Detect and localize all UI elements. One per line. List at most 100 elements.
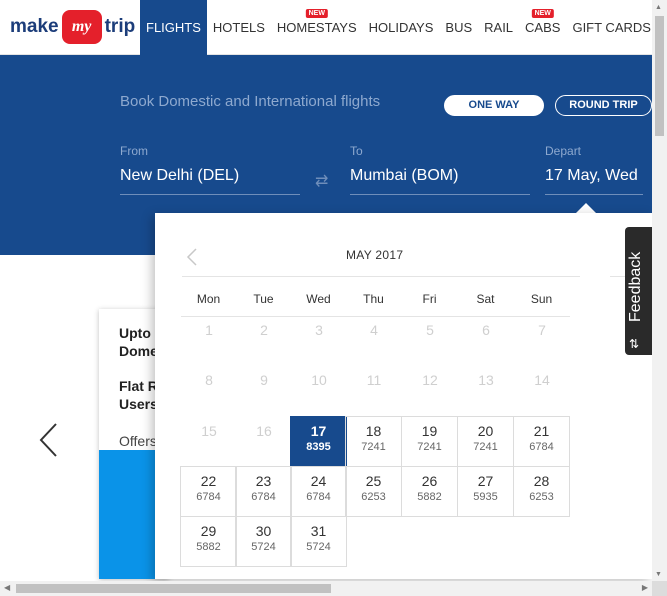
- offer-line-2a: Flat R: [119, 378, 158, 394]
- calendar-day-fare: 5935: [473, 491, 498, 503]
- weekday-tue: Tue: [253, 292, 274, 306]
- calendar-day-number: 6: [482, 322, 490, 338]
- calendar-day-21[interactable]: 21 6784: [513, 416, 570, 467]
- scrollbar-corner: [652, 581, 667, 596]
- offer-text-1: Upto Dome: [119, 324, 158, 360]
- calendar-day-30[interactable]: 30 5724: [235, 516, 292, 567]
- calendar-day-number: 18: [365, 423, 382, 439]
- makemytrip-logo[interactable]: make my trip: [10, 10, 135, 44]
- feedback-tab[interactable]: Feedback ⇅: [625, 227, 652, 355]
- calendar-day-fare: 6784: [251, 491, 276, 503]
- offer-text-2: Flat R Users: [119, 377, 158, 413]
- calendar-day-number: 27: [477, 473, 494, 489]
- calendar-day-22[interactable]: 22 6784: [180, 466, 237, 517]
- scroll-down-icon[interactable]: ▼: [655, 571, 662, 578]
- search-title: Book Domestic and International flights: [120, 93, 381, 110]
- calendar-day-14: 14: [514, 366, 570, 417]
- calendar-day-19[interactable]: 19 7241: [401, 416, 458, 467]
- scroll-left-icon[interactable]: ◀: [4, 583, 10, 592]
- vertical-scrollbar[interactable]: ▲ ▼: [652, 0, 667, 581]
- prev-month-icon[interactable]: [186, 247, 198, 267]
- calendar-month-title: MAY 2017: [346, 248, 404, 262]
- nav-item-label: RAIL: [484, 20, 514, 35]
- top-header: make my trip FLIGHTS HOTELS HOMESTAYS NEW HO…: [0, 0, 667, 55]
- weekday-sat: Sat: [476, 292, 495, 306]
- new-badge: NEW: [531, 9, 554, 18]
- nav-item-bus[interactable]: BUS: [439, 0, 478, 55]
- to-field[interactable]: Mumbai (BOM): [350, 167, 530, 195]
- depart-label: Depart: [545, 144, 582, 158]
- nav-item-hotels[interactable]: HOTELS: [207, 0, 271, 55]
- calendar-day-fare: 5724: [306, 541, 331, 553]
- round-trip-button[interactable]: ROUND TRIP: [555, 95, 652, 116]
- main-nav: FLIGHTS HOTELS HOMESTAYS NEW HOLIDAYS BUS RAIL…: [140, 0, 667, 55]
- calendar-day-number: 12: [422, 372, 438, 388]
- nav-item-rail[interactable]: RAIL: [478, 0, 519, 55]
- scroll-up-icon[interactable]: ▲: [655, 4, 662, 11]
- calendar-day-fare: 6784: [529, 441, 554, 453]
- calendar-day-number: 23: [255, 473, 272, 489]
- swap-icon[interactable]: ⇄: [315, 171, 328, 191]
- calendar-day-15: 15: [181, 417, 237, 468]
- calendar-day-29[interactable]: 29 5882: [180, 516, 237, 567]
- calendar-day-number: 10: [311, 372, 327, 388]
- horizontal-scroll-thumb[interactable]: [16, 584, 331, 593]
- nav-item-label: GIFT CARDS: [572, 20, 651, 35]
- calendar-day-fare: 6784: [196, 491, 221, 503]
- calendar-day-number: 26: [421, 473, 438, 489]
- weekday-mon: Mon: [196, 292, 221, 306]
- calendar-day-number: 15: [201, 423, 217, 439]
- logo-text-make: make: [10, 16, 59, 37]
- calendar-day-1: 1: [181, 316, 237, 367]
- nav-item-label: BUS: [445, 20, 473, 35]
- calendar-day-number: 7: [538, 322, 546, 338]
- calendar-day-27[interactable]: 27 5935: [457, 466, 514, 517]
- calendar-day-number: 29: [200, 523, 217, 539]
- calendar-day-20[interactable]: 20 7241: [457, 416, 514, 467]
- calendar-day-23[interactable]: 23 6784: [235, 466, 292, 517]
- calendar-day-31[interactable]: 31 5724: [290, 516, 347, 567]
- nav-item-label: HOTELS: [212, 20, 265, 35]
- nav-item-gift-cards[interactable]: GIFT CARDS: [566, 0, 657, 55]
- carousel-prev-arrow-icon[interactable]: [38, 422, 64, 458]
- new-badge: NEW: [305, 9, 328, 18]
- nav-item-label: HOMESTAYS: [276, 20, 357, 35]
- calendar-day-28[interactable]: 28 6253: [513, 466, 570, 517]
- from-field[interactable]: New Delhi (DEL): [120, 167, 300, 195]
- calendar-day-24[interactable]: 24 6784: [290, 466, 347, 517]
- calendar-day-fare: 7241: [361, 441, 386, 453]
- calendar-day-number: 5: [426, 322, 434, 338]
- calendar-day-6: 6: [458, 316, 514, 367]
- nav-item-holidays[interactable]: HOLIDAYS: [363, 0, 440, 55]
- calendar-day-fare: 5882: [196, 541, 221, 553]
- calendar-day-18[interactable]: 18 7241: [345, 416, 402, 467]
- horizontal-scrollbar[interactable]: ◀ ▶: [0, 581, 652, 596]
- calendar-day-fare: 7241: [473, 441, 498, 453]
- from-label: From: [120, 144, 148, 158]
- vertical-scroll-thumb[interactable]: [655, 16, 664, 136]
- calendar-day-26[interactable]: 26 5882: [401, 466, 458, 517]
- depart-field[interactable]: 17 May, Wed: [545, 167, 643, 195]
- calendar-day-fare: 5724: [251, 541, 276, 553]
- logo-badge-my: my: [61, 10, 102, 44]
- calendar-day-number: 28: [533, 473, 550, 489]
- calendar-day-number: 13: [478, 372, 494, 388]
- calendar-day-number: 17: [310, 423, 327, 439]
- calendar-day-3: 3: [291, 316, 347, 367]
- calendar-day-number: 14: [534, 372, 550, 388]
- calendar-day-17[interactable]: 17 8395: [290, 416, 347, 467]
- nav-item-homestays[interactable]: HOMESTAYS NEW: [271, 0, 363, 55]
- one-way-button[interactable]: ONE WAY: [444, 95, 544, 116]
- calendar-day-25[interactable]: 25 6253: [345, 466, 402, 517]
- calendar-day-number: 1: [205, 322, 213, 338]
- nav-item-label: CABS: [525, 20, 561, 35]
- calendar-day-fare: 7241: [417, 441, 442, 453]
- calendar-day-number: 22: [200, 473, 217, 489]
- scroll-right-icon[interactable]: ▶: [642, 583, 648, 592]
- nav-item-cabs[interactable]: CABS NEW: [519, 0, 566, 55]
- calendar-day-number: 9: [260, 372, 268, 388]
- calendar-day-7: 7: [514, 316, 570, 367]
- nav-item-flights[interactable]: FLIGHTS: [140, 0, 207, 55]
- nav-item-label: FLIGHTS: [146, 20, 201, 35]
- calendar-day-8: 8: [181, 366, 237, 417]
